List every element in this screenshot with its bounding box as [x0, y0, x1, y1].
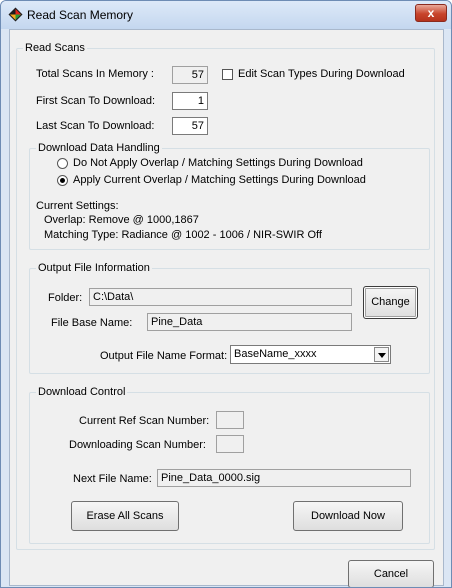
erase-all-scans-button[interactable]: Erase All Scans — [71, 501, 179, 531]
download-control-group-label: Download Control — [36, 385, 128, 399]
output-format-select[interactable]: BaseName_xxxx — [230, 345, 391, 364]
apply-overlap-radio-label[interactable]: Apply Current Overlap / Matching Setting… — [73, 174, 366, 187]
first-scan-input[interactable]: 1 — [172, 92, 208, 110]
last-scan-input[interactable]: 57 — [172, 117, 208, 135]
cancel-button-label: Cancel — [373, 568, 409, 580]
download-button-label: Download Now — [311, 510, 385, 522]
edit-scan-types-label[interactable]: Edit Scan Types During Download — [238, 68, 405, 81]
output-format-value: BaseName_xxxx — [234, 348, 317, 360]
current-ref-scan-label: Current Ref Scan Number: — [79, 415, 210, 427]
change-folder-button[interactable]: Change — [363, 286, 418, 319]
current-ref-scan-field — [216, 411, 244, 429]
folder-label: Folder: — [48, 292, 83, 304]
no-overlap-radio-label[interactable]: Do Not Apply Overlap / Matching Settings… — [73, 157, 363, 170]
downloading-scan-label: Downloading Scan Number: — [69, 439, 206, 451]
change-button-label: Change — [371, 296, 410, 308]
edit-scan-types-checkbox[interactable] — [222, 69, 233, 80]
matching-setting-text: Matching Type: Radiance @ 1002 - 1006 / … — [44, 229, 322, 241]
output-file-group-label: Output File Information — [36, 261, 152, 275]
dialog-body: Read Scans Total Scans In Memory : 57 Ed… — [9, 29, 444, 587]
read-scans-group-label: Read Scans — [23, 41, 87, 55]
next-file-name-label: Next File Name: — [73, 473, 152, 485]
window-title: Read Scan Memory — [27, 8, 134, 22]
no-overlap-radio[interactable] — [57, 158, 68, 169]
next-file-name-field: Pine_Data_0000.sig — [157, 469, 411, 487]
cancel-button[interactable]: Cancel — [348, 560, 434, 587]
apply-overlap-radio[interactable] — [57, 175, 68, 186]
total-scans-label: Total Scans In Memory : — [36, 68, 154, 80]
dialog-window: Read Scan Memory x Read Scans Total Scan… — [0, 0, 452, 588]
close-icon: x — [427, 6, 435, 20]
title-bar[interactable]: Read Scan Memory x — [1, 1, 451, 29]
downloading-scan-field — [216, 435, 244, 453]
download-now-button[interactable]: Download Now — [293, 501, 403, 531]
download-handling-group-label: Download Data Handling — [36, 141, 162, 155]
app-diamond-icon — [8, 7, 23, 22]
file-base-name-label: File Base Name: — [51, 317, 133, 329]
chevron-down-icon[interactable] — [374, 347, 389, 362]
output-format-label: Output File Name Format: — [100, 350, 228, 362]
current-settings-label: Current Settings: — [36, 200, 119, 212]
folder-field: C:\Data\ — [89, 288, 352, 306]
first-scan-label: First Scan To Download: — [36, 95, 156, 107]
close-button[interactable]: x — [415, 4, 447, 22]
last-scan-label: Last Scan To Download: — [36, 120, 155, 132]
total-scans-field: 57 — [172, 66, 208, 84]
overlap-setting-text: Overlap: Remove @ 1000,1867 — [44, 214, 199, 226]
erase-button-label: Erase All Scans — [86, 510, 164, 522]
file-base-name-field[interactable]: Pine_Data — [147, 313, 352, 331]
